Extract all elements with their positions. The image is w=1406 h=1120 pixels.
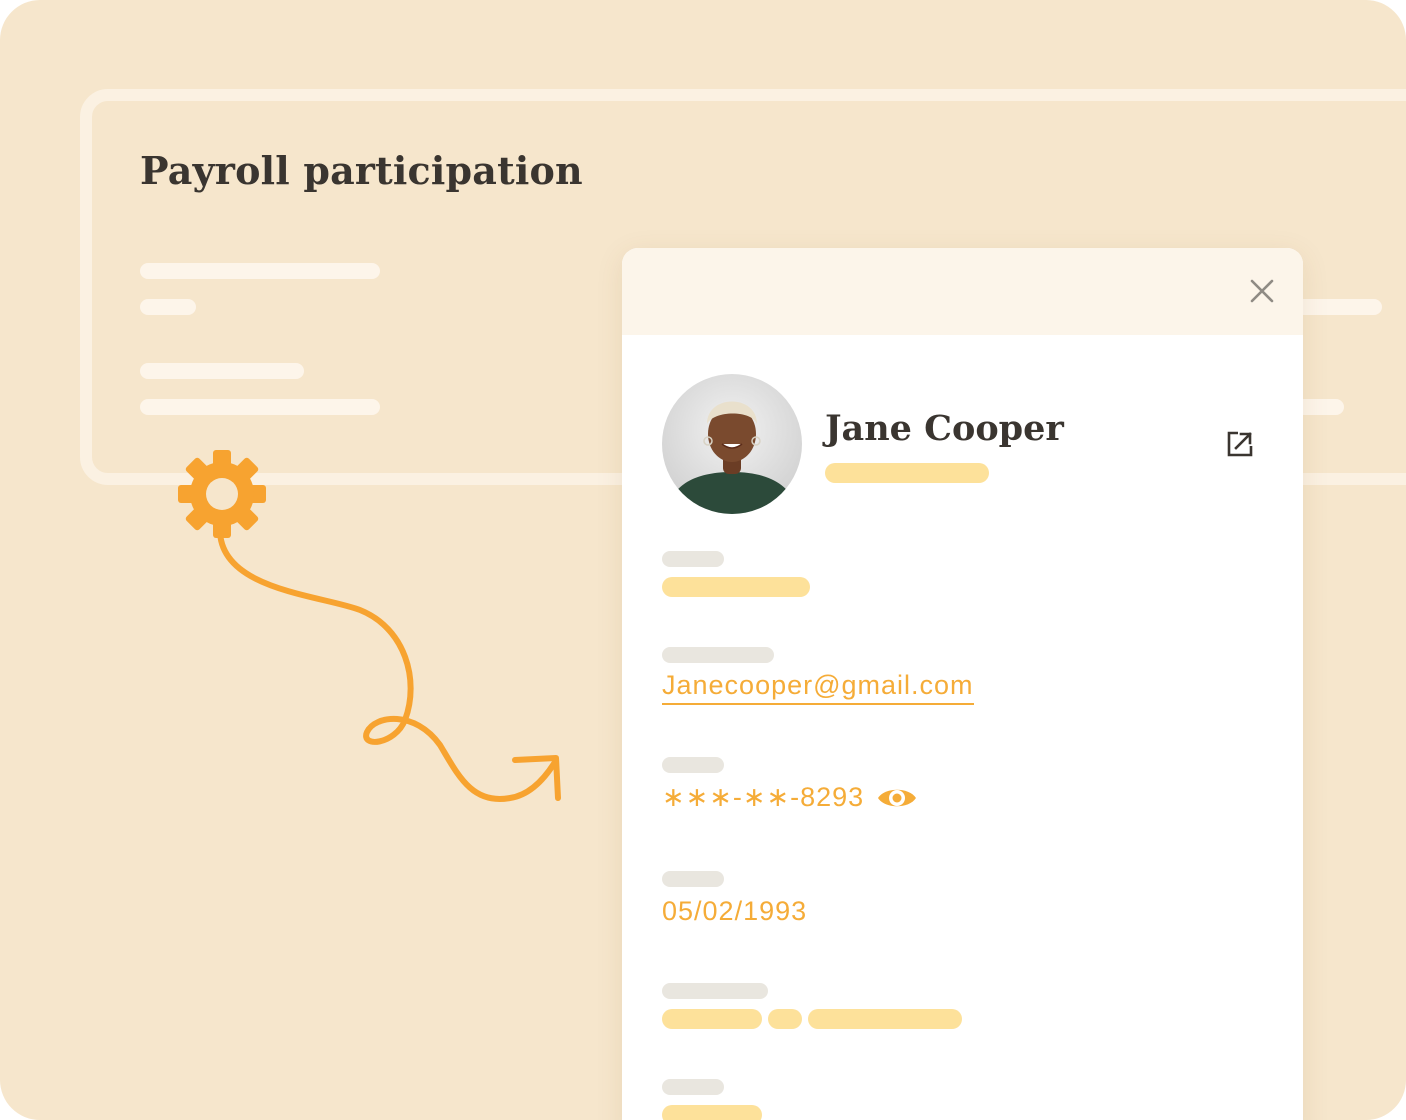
illustration-canvas: Payroll participation Jane Cooper Janeco… — [0, 0, 1406, 1120]
curly-arrow-icon — [217, 527, 561, 803]
placeholder-line — [140, 399, 380, 415]
close-icon[interactable] — [1247, 276, 1277, 306]
field-value-placeholder — [662, 577, 810, 597]
field-label-placeholder — [662, 1079, 724, 1095]
field-label-placeholder — [662, 551, 724, 567]
address-value-placeholder — [808, 1009, 962, 1029]
eye-icon[interactable] — [876, 783, 918, 813]
avatar — [662, 374, 802, 514]
placeholder-line — [1296, 299, 1382, 315]
external-link-icon[interactable] — [1222, 426, 1258, 462]
profile-card: Jane Cooper Janecooper@gmail.com ∗∗∗-∗∗-… — [622, 248, 1303, 1120]
profile-name: Jane Cooper — [825, 408, 1064, 449]
placeholder-line — [140, 263, 380, 279]
ssn-row: ∗∗∗-∗∗-8293 — [662, 782, 918, 813]
card-header — [622, 248, 1303, 335]
placeholder-line — [1296, 399, 1344, 415]
address-label-placeholder — [662, 983, 768, 999]
placeholder-line — [140, 363, 304, 379]
subtitle-placeholder — [825, 463, 989, 483]
dob-label-placeholder — [662, 871, 724, 887]
page-title: Payroll participation — [140, 148, 583, 193]
address-value-placeholder — [662, 1009, 762, 1029]
address-value-placeholder — [768, 1009, 802, 1029]
dob-value: 05/02/1993 — [662, 896, 808, 926]
email-link[interactable]: Janecooper@gmail.com — [662, 670, 974, 705]
email-label-placeholder — [662, 647, 774, 663]
placeholder-line — [140, 299, 196, 315]
ssn-value: ∗∗∗-∗∗-8293 — [662, 782, 865, 812]
ssn-label-placeholder — [662, 757, 724, 773]
field-value-placeholder — [662, 1105, 762, 1120]
